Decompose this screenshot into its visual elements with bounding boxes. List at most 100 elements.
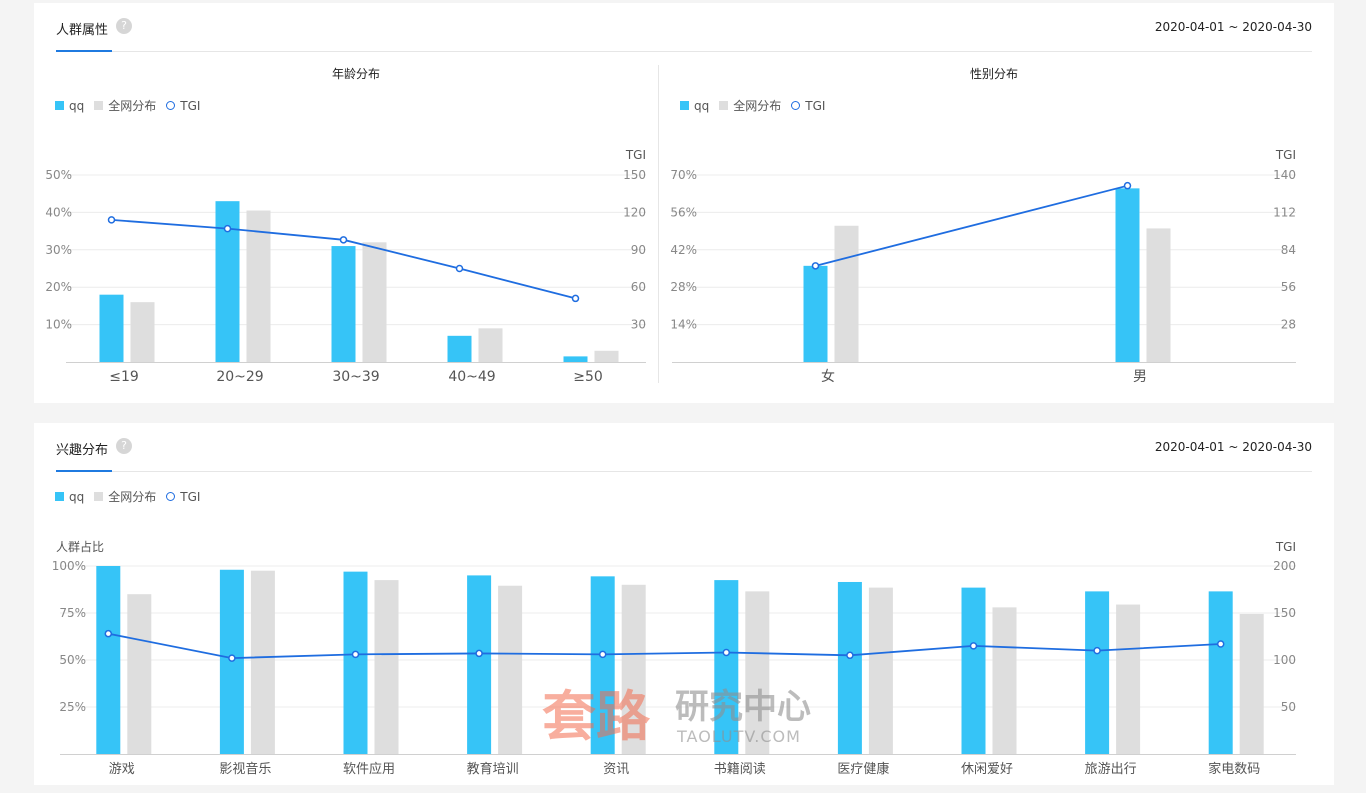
tgi-point bbox=[455, 264, 464, 273]
x-tick-label: 40~49 bbox=[448, 369, 495, 385]
bar-qq bbox=[99, 294, 124, 362]
bar-qq bbox=[343, 571, 368, 754]
x-tick-label: 旅游出行 bbox=[1085, 762, 1137, 777]
bar-qq bbox=[714, 580, 739, 754]
x-tick-label: 影视音乐 bbox=[219, 761, 271, 777]
tgi-point bbox=[571, 294, 580, 303]
tgi-point bbox=[223, 224, 232, 233]
y-tick-label: 14% bbox=[670, 318, 697, 332]
bar-all bbox=[992, 607, 1017, 754]
tgi-point bbox=[846, 651, 854, 660]
bar-qq bbox=[96, 566, 121, 754]
x-tick-label: 20~29 bbox=[216, 369, 263, 385]
x-tick-label: 软件应用 bbox=[343, 761, 395, 777]
bar-qq bbox=[1085, 591, 1110, 754]
y-tick-label: 50% bbox=[59, 653, 86, 667]
tgi-point bbox=[969, 642, 978, 650]
y-tick-label: 25% bbox=[59, 700, 86, 714]
bar-all bbox=[250, 570, 275, 754]
tgi-point bbox=[351, 650, 360, 659]
y2-tick-label: 140 bbox=[1273, 168, 1296, 182]
tgi-point bbox=[228, 654, 236, 662]
bar-qq bbox=[563, 356, 588, 362]
tgi-point bbox=[598, 650, 607, 659]
y2-tick-label: 200 bbox=[1273, 559, 1296, 573]
x-tick-label: 家电数码 bbox=[1208, 761, 1260, 777]
y-axis-title: 人群占比 bbox=[56, 539, 104, 554]
x-tick-label: 资讯 bbox=[603, 762, 629, 777]
y2-tick-label: 90 bbox=[631, 243, 646, 257]
bar-all bbox=[127, 594, 152, 754]
x-tick-label: 休闲爱好 bbox=[961, 762, 1013, 777]
y-tick-label: 28% bbox=[670, 280, 697, 294]
tgi-point bbox=[1123, 181, 1132, 190]
bar-all bbox=[362, 242, 387, 362]
bar-all bbox=[745, 591, 770, 754]
tgi-point bbox=[339, 236, 348, 244]
bar-qq bbox=[219, 569, 244, 754]
y2-tick-label: 30 bbox=[631, 318, 646, 332]
tgi-point bbox=[107, 216, 116, 224]
bar-qq bbox=[837, 581, 862, 754]
bar-all bbox=[478, 328, 503, 362]
x-tick-label: 女 bbox=[821, 368, 835, 385]
y2-tick-label: 150 bbox=[623, 168, 646, 182]
y2-tick-label: 120 bbox=[623, 205, 646, 219]
tgi-point bbox=[1093, 646, 1101, 655]
bar-qq bbox=[803, 265, 828, 362]
y-tick-label: 75% bbox=[59, 606, 86, 620]
x-tick-label: 男 bbox=[1133, 369, 1147, 385]
x-tick-label: 医疗健康 bbox=[837, 761, 889, 777]
y2-axis-title: TGI bbox=[1275, 148, 1296, 162]
tgi-line bbox=[108, 632, 1221, 660]
bar-all bbox=[1239, 613, 1264, 754]
tgi-point bbox=[104, 629, 113, 638]
y2-tick-label: 100 bbox=[1273, 653, 1296, 667]
y2-tick-label: 112 bbox=[1273, 205, 1296, 219]
bar-all bbox=[834, 225, 859, 362]
bar-qq bbox=[447, 335, 472, 362]
bar-qq bbox=[467, 575, 492, 754]
bar-all bbox=[868, 587, 893, 754]
bar-all bbox=[374, 580, 399, 754]
x-tick-label: 教育培训 bbox=[467, 761, 519, 777]
y2-axis-title: TGI bbox=[1275, 540, 1296, 554]
bar-all bbox=[498, 585, 523, 754]
y2-tick-label: 50 bbox=[1281, 700, 1296, 714]
bar-all bbox=[594, 350, 619, 362]
y2-tick-label: 60 bbox=[631, 280, 646, 294]
y-tick-label: 30% bbox=[45, 243, 72, 257]
x-tick-label: ≤19 bbox=[109, 369, 139, 385]
bar-qq bbox=[331, 246, 356, 362]
tgi-point bbox=[1216, 640, 1225, 648]
tgi-point bbox=[475, 649, 483, 658]
bar-all bbox=[621, 584, 646, 754]
x-tick-label: ≥50 bbox=[573, 369, 603, 385]
y-tick-label: 10% bbox=[45, 318, 72, 332]
y-tick-label: 42% bbox=[670, 243, 697, 257]
bar-all bbox=[1146, 228, 1171, 362]
y2-axis-title: TGI bbox=[625, 148, 646, 162]
y-tick-label: 20% bbox=[45, 280, 72, 294]
tgi-line bbox=[815, 184, 1128, 267]
bar-qq bbox=[590, 576, 615, 754]
x-tick-label: 书籍阅读 bbox=[714, 761, 766, 777]
y-tick-label: 70% bbox=[670, 168, 697, 182]
y2-tick-label: 150 bbox=[1273, 606, 1296, 620]
bar-all bbox=[130, 302, 155, 362]
y2-tick-label: 28 bbox=[1281, 318, 1296, 332]
tgi-point bbox=[722, 648, 731, 657]
age-distribution-chart: 10% 20% 30% 40% 50% 30 60 90 120 150 TGI ≤19 20~29 30… bbox=[45, 148, 1296, 777]
y-tick-label: 100% bbox=[52, 559, 86, 573]
y-tick-label: 40% bbox=[45, 205, 72, 219]
tgi-point bbox=[811, 262, 820, 270]
y-tick-label: 50% bbox=[45, 168, 72, 182]
bar-qq bbox=[1208, 591, 1233, 754]
y2-tick-label: 84 bbox=[1281, 243, 1296, 257]
bar-qq bbox=[1115, 188, 1140, 362]
x-tick-label: 游戏 bbox=[109, 762, 135, 777]
x-tick-label: 30~39 bbox=[332, 369, 379, 385]
bar-all bbox=[1116, 604, 1141, 754]
bar-qq bbox=[961, 587, 986, 754]
y2-tick-label: 56 bbox=[1281, 280, 1296, 294]
